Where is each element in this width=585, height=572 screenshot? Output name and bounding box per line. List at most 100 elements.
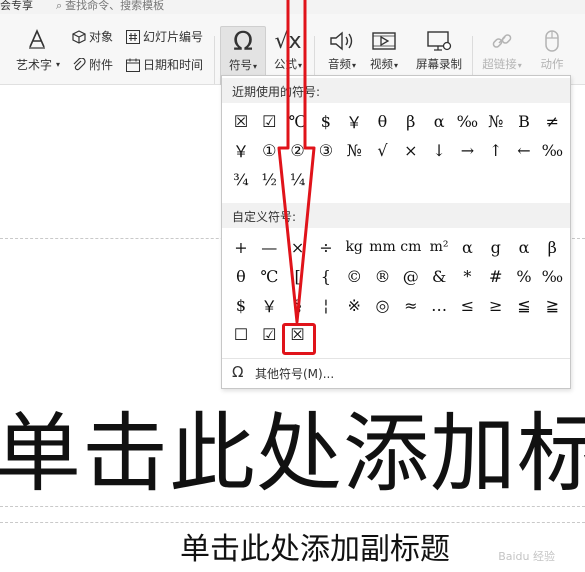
symbol-cell[interactable]: g — [483, 234, 509, 260]
symbol-cell[interactable]: § — [285, 292, 311, 318]
object-icon — [72, 29, 86, 44]
datetime-button[interactable]: 日期和时间 — [126, 56, 203, 73]
subtitle-placeholder[interactable]: 单击此处添加副标题 — [180, 524, 450, 568]
title-placeholder[interactable]: 单击此处添加标 — [0, 383, 585, 508]
symbol-cell[interactable]: + — [228, 234, 254, 260]
symbol-cell[interactable]: ☐ — [228, 321, 254, 347]
object-label: 对象 — [89, 30, 114, 44]
symbol-cell[interactable]: ※ — [341, 292, 367, 318]
art-text-label: 艺术字 — [16, 58, 53, 72]
symbol-cell[interactable]: ￥ — [256, 292, 282, 318]
highlight-box — [282, 323, 316, 355]
symbol-cell[interactable]: cm — [398, 234, 424, 260]
symbol-cell[interactable]: ℃ — [285, 108, 311, 134]
symbol-cell[interactable]: ≠ — [539, 108, 565, 134]
attachment-button[interactable]: 附件 — [72, 56, 113, 73]
symbol-cell[interactable]: @ — [398, 263, 424, 289]
symbol-cell[interactable]: α — [454, 234, 480, 260]
calendar-icon — [126, 58, 140, 72]
symbol-cell[interactable]: β — [539, 234, 565, 260]
symbol-label: 符号 — [228, 58, 252, 72]
object-button[interactable]: 对象 — [72, 28, 113, 45]
symbol-cell[interactable]: & — [426, 263, 452, 289]
art-text-button[interactable]: 艺术字 ▾ — [16, 56, 60, 73]
symbol-cell[interactable]: ‰ — [539, 263, 565, 289]
speaker-icon — [320, 26, 364, 56]
symbol-cell[interactable]: % — [511, 263, 537, 289]
datetime-label: 日期和时间 — [143, 58, 204, 72]
symbol-cell[interactable]: ® — [370, 263, 396, 289]
symbol-cell[interactable]: ③ — [313, 137, 339, 163]
symbol-cell[interactable]: ← — [511, 137, 537, 163]
attachment-label: 附件 — [89, 58, 114, 72]
search-input[interactable]: 查找命令、搜索模板 — [65, 0, 164, 12]
symbol-cell[interactable]: — — [256, 234, 282, 260]
symbol-cell[interactable]: ☒ — [228, 108, 254, 134]
symbol-cell[interactable]: α — [426, 108, 452, 134]
symbol-cell[interactable]: ‰ — [539, 137, 565, 163]
more-symbols-item[interactable]: Ω 其他符号(M)... — [222, 358, 570, 387]
symbol-cell[interactable]: … — [426, 292, 452, 318]
recent-symbols-header: 近期使用的符号: — [222, 78, 570, 103]
custom-header-label: 自定义符号: — [232, 210, 297, 224]
symbol-cell[interactable]: ↓ — [426, 137, 452, 163]
video-icon — [362, 26, 406, 56]
chevron-down-icon: ▾ — [252, 62, 257, 71]
symbol-cell[interactable]: № — [483, 108, 509, 134]
symbol-cell[interactable]: ¦ — [313, 292, 339, 318]
hash-icon — [126, 29, 140, 44]
symbol-cell[interactable]: ￥ — [341, 108, 367, 134]
symbol-cell[interactable]: ÷ — [313, 234, 339, 260]
symbol-cell[interactable]: β — [398, 108, 424, 134]
symbol-cell[interactable]: © — [341, 263, 367, 289]
chevron-down-icon: ▾ — [297, 61, 302, 70]
top-bar: 会专享 ⌕ 查找命令、搜索模板 — [0, 0, 585, 14]
symbol-cell[interactable]: ☑ — [256, 108, 282, 134]
placeholder-border — [0, 522, 585, 523]
symbol-cell[interactable]: ￥ — [228, 137, 254, 163]
symbol-cell[interactable]: ≦ — [511, 292, 537, 318]
symbol-cell[interactable]: α — [511, 234, 537, 260]
symbol-cell[interactable]: mm — [369, 234, 396, 260]
ribbon-divider — [214, 36, 215, 84]
member-tab[interactable]: 会专享 — [0, 0, 33, 13]
symbol-cell[interactable]: ② — [285, 137, 311, 163]
symbol-cell[interactable]: ≧ — [539, 292, 565, 318]
symbol-cell[interactable]: √ — [370, 137, 396, 163]
symbol-cell[interactable]: $ — [228, 292, 254, 318]
symbol-cell[interactable]: { — [313, 263, 339, 289]
symbol-cell[interactable]: m² — [426, 234, 452, 260]
symbol-cell[interactable]: → — [454, 137, 480, 163]
symbol-cell[interactable]: ‰ — [454, 108, 480, 134]
symbol-cell[interactable]: ≈ — [398, 292, 424, 318]
symbol-cell[interactable]: ≥ — [483, 292, 509, 318]
symbol-cell[interactable]: kg — [341, 234, 367, 260]
symbol-cell[interactable]: ≤ — [454, 292, 480, 318]
symbol-cell[interactable]: B — [511, 108, 537, 134]
symbol-cell[interactable]: # — [483, 263, 509, 289]
symbol-cell[interactable]: ¾ — [228, 166, 254, 192]
video-label: 视频 — [369, 57, 393, 71]
symbol-cell[interactable]: ① — [256, 137, 282, 163]
search-icon: ⌕ — [56, 0, 63, 12]
symbol-cell[interactable]: ℃ — [256, 263, 282, 289]
symbol-cell[interactable]: ◎ — [370, 292, 396, 318]
symbol-cell[interactable]: θ — [228, 263, 254, 289]
symbol-cell[interactable]: № — [341, 137, 367, 163]
formula-label: 公式 — [273, 57, 297, 71]
more-symbols-label: 其他符号(M)... — [255, 367, 335, 381]
symbol-cell[interactable]: ☑ — [256, 321, 282, 347]
symbol-cell[interactable]: $ — [313, 108, 339, 134]
symbol-cell[interactable]: ¼ — [285, 166, 311, 192]
symbol-cell[interactable]: [ — [285, 263, 311, 289]
symbol-cell[interactable]: θ — [370, 108, 396, 134]
symbol-cell[interactable]: ↑ — [483, 137, 509, 163]
art-text-icon[interactable] — [26, 28, 48, 53]
audio-label: 音频 — [327, 57, 351, 71]
symbol-cell[interactable]: ½ — [256, 166, 282, 192]
command-search[interactable]: ⌕ 查找命令、搜索模板 — [56, 0, 164, 13]
symbol-cell[interactable]: × — [285, 234, 311, 260]
slide-number-button[interactable]: 幻灯片编号 — [126, 28, 203, 45]
symbol-cell[interactable]: × — [398, 137, 424, 163]
symbol-cell[interactable]: * — [454, 263, 480, 289]
